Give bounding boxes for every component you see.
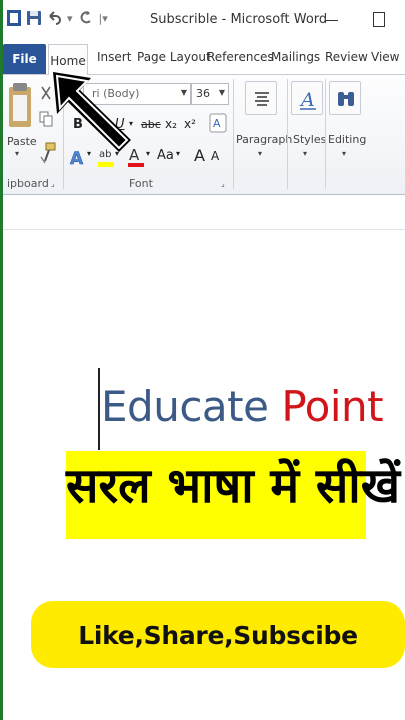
change-case-dropdown-icon[interactable]: ▾ <box>176 149 180 158</box>
font-launcher-icon[interactable]: ⌟ <box>221 179 225 188</box>
banner-text: Like,Share,Subscibe <box>78 621 358 650</box>
paragraph-icon <box>255 92 269 106</box>
pointer-arrow-icon <box>53 72 131 152</box>
tab-mailings[interactable]: Mailings <box>271 50 320 64</box>
title-bar: ▾ |▾ Subscrible - Microsoft Word <box>3 0 405 40</box>
styles-icon: A <box>299 89 316 111</box>
shrink-font-button[interactable]: A <box>211 149 219 163</box>
paste-icon[interactable] <box>7 81 33 131</box>
clear-formatting-icon[interactable]: A <box>209 113 227 133</box>
tab-page-layout[interactable]: Page Layout <box>137 50 211 64</box>
chevron-down-icon: ▼ <box>180 88 187 97</box>
svg-text:A: A <box>213 117 221 130</box>
save-icon[interactable] <box>27 10 41 26</box>
undo-icon[interactable] <box>47 10 61 26</box>
word-educate: Educate <box>101 382 269 431</box>
tab-review[interactable]: Review <box>325 50 368 64</box>
styles-button[interactable]: A <box>291 81 323 115</box>
paste-dropdown-icon[interactable]: ▾ <box>15 149 19 158</box>
superscript-button[interactable]: x² <box>184 117 196 131</box>
minimize-button[interactable] <box>325 20 338 21</box>
font-color-dropdown-icon[interactable]: ▾ <box>146 149 150 158</box>
hindi-line[interactable]: सरल भाषा में सीखें <box>66 452 400 517</box>
word-icon[interactable] <box>7 10 21 26</box>
font-size-select[interactable]: 36 ▼ <box>191 83 229 105</box>
editing-button[interactable] <box>329 81 361 115</box>
paragraph-button[interactable] <box>245 81 277 115</box>
svg-text:A: A <box>299 89 315 111</box>
group-divider <box>325 79 326 189</box>
chevron-down-icon: ▼ <box>218 88 225 97</box>
strikethrough-button[interactable]: abc <box>141 118 161 131</box>
text-cursor <box>98 368 100 450</box>
paste-button[interactable]: Paste <box>7 135 37 148</box>
paragraph-label: Paragraph <box>236 133 293 146</box>
font-size-value: 36 <box>196 87 210 100</box>
binoculars-icon <box>338 92 354 106</box>
tab-view[interactable]: View <box>371 50 399 64</box>
quick-access-toolbar: ▾ |▾ <box>7 10 108 26</box>
clipboard-launcher-icon[interactable]: ⌟ <box>51 179 55 188</box>
tab-insert[interactable]: Insert <box>97 50 131 64</box>
styles-label: Styles <box>293 133 327 146</box>
customize-icon[interactable]: |▾ <box>99 12 108 25</box>
word-point: Point <box>281 382 384 431</box>
word-window: ▾ |▾ Subscrible - Microsoft Word File Ho… <box>0 0 405 720</box>
grow-font-button[interactable]: A <box>194 146 205 165</box>
editing-dropdown-icon[interactable]: ▾ <box>342 149 346 158</box>
change-case-button[interactable]: Aa <box>157 148 174 163</box>
editing-label: Editing <box>328 133 367 146</box>
page-edge <box>3 229 405 230</box>
group-divider <box>233 79 234 189</box>
styles-dropdown-icon[interactable]: ▾ <box>303 149 307 158</box>
subscript-button[interactable]: x₂ <box>165 117 177 131</box>
tab-file[interactable]: File <box>3 44 46 74</box>
redo-icon[interactable] <box>79 10 93 26</box>
tab-references[interactable]: References <box>207 50 274 64</box>
paragraph-dropdown-icon[interactable]: ▾ <box>258 149 262 158</box>
font-group-label: Font <box>129 177 153 190</box>
maximize-button[interactable] <box>373 12 385 27</box>
clipboard-group-label: ipboard <box>7 177 49 190</box>
window-title: Subscrible - Microsoft Word <box>150 12 328 27</box>
heading-line[interactable]: Educate Point <box>101 382 384 431</box>
group-divider <box>287 79 288 189</box>
undo-dropdown-icon[interactable]: ▾ <box>67 12 73 25</box>
